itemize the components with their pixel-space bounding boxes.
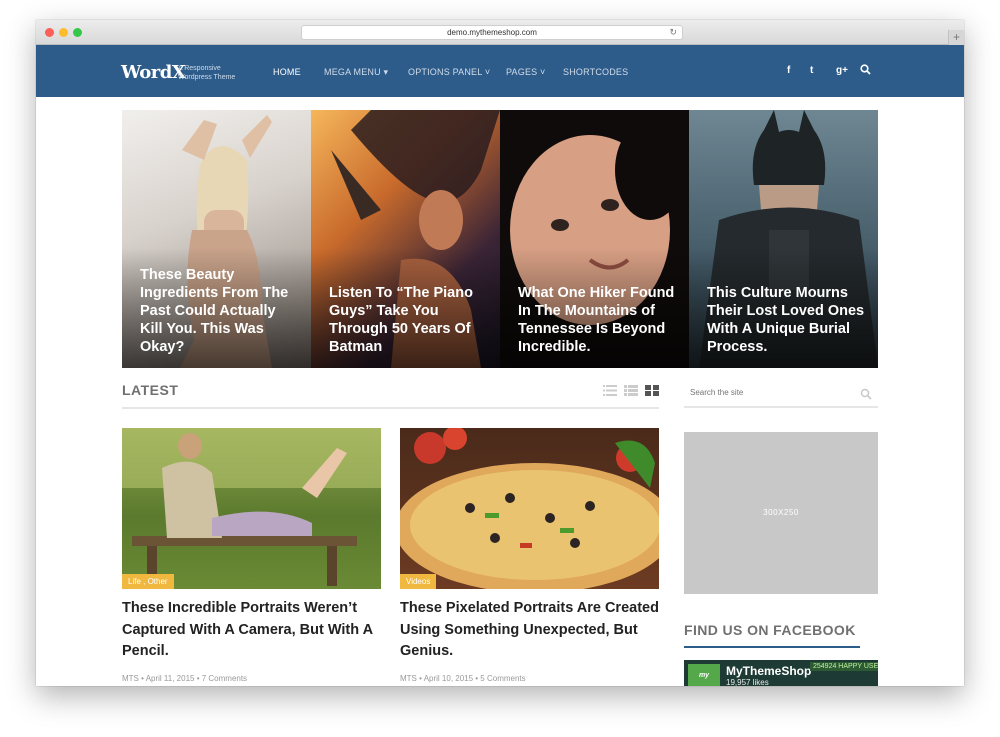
facebook-heading-underline (684, 646, 860, 648)
featured-title-3[interactable]: What One Hiker Found In The Mountains of… (518, 284, 677, 356)
screenshot-stage: demo.mythemeshop.com ↻ + WordX A Respons… (0, 0, 1000, 737)
featured-title-1[interactable]: These Beauty Ingredients From The Past C… (140, 266, 299, 356)
facebook-heading: FIND US ON FACEBOOK (684, 622, 856, 638)
nav-item-home[interactable]: HOME (273, 67, 301, 77)
facebook-page-name[interactable]: MyThemeShop (726, 664, 811, 678)
post-meta-2: MTS • April 10, 2015 • 5 Comments (400, 674, 526, 683)
nav-item-pages[interactable]: PAGES ˅ (506, 67, 546, 77)
site-logo[interactable]: WordX (121, 62, 186, 83)
address-bar[interactable]: demo.mythemeshop.com ↻ (301, 25, 683, 40)
happy-users-banner: 254924 HAPPY USE (810, 662, 878, 671)
featured-post-3[interactable]: What One Hiker Found In The Mountains of… (500, 110, 689, 368)
facebook-likes-count: 19,957 likes (726, 678, 769, 686)
site-header: WordX A Responsive Wordpress Theme HOME … (36, 45, 964, 97)
nav-item-options-panel[interactable]: OPTIONS PANEL ˅ (408, 67, 490, 77)
featured-post-2[interactable]: Listen To “The Piano Guys” Take You Thro… (311, 110, 500, 368)
post-title-1[interactable]: These Incredible Portraits Weren’t Captu… (122, 598, 381, 663)
featured-post-1[interactable]: These Beauty Ingredients From The Past C… (122, 110, 311, 368)
grid-view-icon[interactable] (645, 385, 659, 396)
minimize-window-button[interactable] (59, 28, 68, 37)
post-thumbnail-1[interactable]: Life , Other (122, 428, 381, 589)
facebook-icon[interactable]: f (787, 65, 790, 76)
post-category-badge-2[interactable]: Videos (400, 574, 437, 589)
ad-placeholder[interactable]: 300X250 (684, 432, 878, 594)
nav-item-shortcodes[interactable]: SHORTCODES (563, 67, 628, 77)
zoom-window-button[interactable] (73, 28, 82, 37)
browser-window: demo.mythemeshop.com ↻ + WordX A Respons… (36, 20, 964, 686)
twitter-icon[interactable]: t (810, 65, 813, 76)
latest-divider (122, 407, 659, 409)
post-meta-1: MTS • April 11, 2015 • 7 Comments (122, 674, 248, 683)
search-icon[interactable] (860, 64, 871, 78)
close-window-button[interactable] (45, 28, 54, 37)
search-input[interactable] (690, 388, 850, 397)
post-title-2[interactable]: These Pixelated Portraits Are Created Us… (400, 598, 659, 663)
featured-title-4[interactable]: This Culture Mourns Their Lost Loved One… (707, 284, 866, 356)
compact-list-view-icon[interactable] (624, 385, 638, 396)
featured-title-2[interactable]: Listen To “The Piano Guys” Take You Thro… (329, 284, 488, 356)
browser-toolbar: demo.mythemeshop.com ↻ + (36, 20, 964, 45)
featured-post-4[interactable]: This Culture Mourns Their Lost Loved One… (689, 110, 878, 368)
site-tagline: A Responsive Wordpress Theme (178, 64, 235, 82)
tagline-line-2: Wordpress Theme (178, 74, 236, 81)
post-image-2 (400, 428, 659, 589)
sidebar-search-icon[interactable] (860, 388, 872, 400)
new-tab-button[interactable]: + (948, 30, 964, 45)
sidebar-search (684, 382, 878, 408)
latest-heading: LATEST (122, 382, 179, 398)
tagline-line-1: A Responsive (178, 65, 221, 72)
nav-item-mega-menu[interactable]: MEGA MENU ▾ (324, 67, 388, 78)
google-plus-icon[interactable]: g+ (836, 65, 848, 76)
post-image-1 (122, 428, 381, 586)
address-url: demo.mythemeshop.com (447, 28, 537, 37)
list-view-icon[interactable] (603, 385, 617, 396)
facebook-widget[interactable]: my theme MyThemeShop 19,957 likes 254924… (684, 660, 878, 686)
mythemeshop-logo: my theme (688, 664, 720, 686)
post-thumbnail-2[interactable]: Videos (400, 428, 659, 589)
post-category-badge-1[interactable]: Life , Other (122, 574, 174, 589)
reload-icon[interactable]: ↻ (669, 26, 677, 39)
